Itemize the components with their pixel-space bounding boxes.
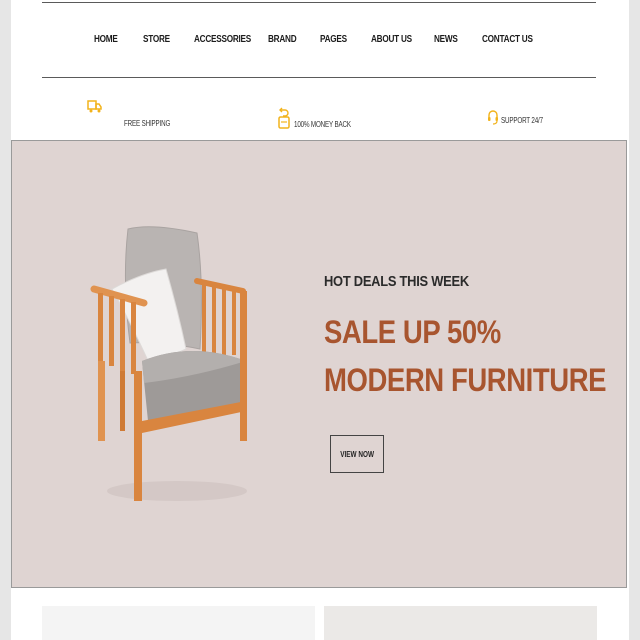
top-divider xyxy=(42,2,596,3)
nav-divider xyxy=(42,77,596,78)
nav-item-pages[interactable]: PAGES xyxy=(320,34,347,45)
view-now-label: VIEW NOW xyxy=(340,449,374,459)
product-card-right[interactable] xyxy=(324,606,597,640)
feature-label: SUPPORT 24/7 xyxy=(501,116,543,125)
nav-item-home[interactable]: HOME xyxy=(94,34,118,45)
feature-money-back: 100% MONEY BACK xyxy=(277,98,397,130)
view-now-button[interactable]: VIEW NOW xyxy=(330,435,384,473)
nav-item-accessories[interactable]: ACCESSORIES xyxy=(194,34,251,45)
money-back-icon xyxy=(277,106,291,135)
product-card-left[interactable] xyxy=(42,606,315,640)
feature-label: 100% MONEY BACK xyxy=(294,120,351,129)
feature-label: FREE SHIPPING xyxy=(124,119,171,128)
main-nav: HOME STORE ACCESSORIES BRAND PAGES ABOUT… xyxy=(11,34,629,48)
hero-headline-line1: SALE UP 50% xyxy=(324,314,501,350)
feature-support: SUPPORT 24/7 xyxy=(487,98,607,130)
hero-headline-line2: MODERN FURNITURE xyxy=(324,362,607,398)
nav-item-news[interactable]: NEWS xyxy=(434,34,458,45)
armchair-image xyxy=(82,221,282,521)
nav-item-contact-us[interactable]: CONTACT US xyxy=(482,34,533,45)
hero-banner: HOT DEALS THIS WEEK SALE UP 50% MODERN F… xyxy=(11,140,627,588)
nav-item-store[interactable]: STORE xyxy=(143,34,170,45)
feature-free-shipping: FREE SHIPPING xyxy=(87,98,207,130)
hero-kicker: HOT DEALS THIS WEEK xyxy=(324,273,469,290)
nav-item-about-us[interactable]: ABOUT US xyxy=(371,34,412,45)
truck-icon xyxy=(87,98,103,119)
nav-item-brand[interactable]: BRAND xyxy=(268,34,297,45)
page: HOME STORE ACCESSORIES BRAND PAGES ABOUT… xyxy=(11,0,629,640)
headset-icon xyxy=(487,109,499,130)
